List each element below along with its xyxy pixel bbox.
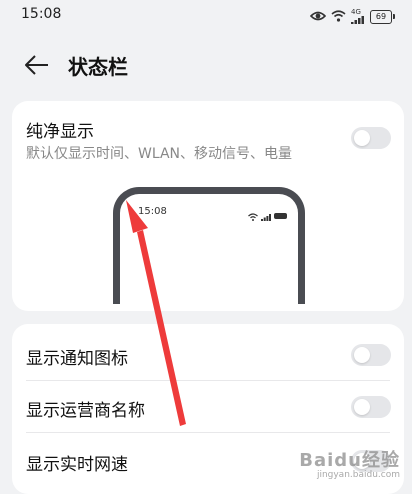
carrier-name-label: 显示运营商名称	[26, 401, 145, 421]
cellular-signal-icon	[261, 206, 271, 225]
status-bar: 15:08 4G 69	[0, 0, 412, 30]
back-arrow-icon[interactable]	[22, 50, 52, 80]
battery-icon: 69	[370, 9, 395, 24]
preview-status-icons	[248, 206, 287, 225]
divider	[26, 432, 390, 433]
wifi-icon	[248, 206, 258, 225]
battery-level: 69	[375, 12, 387, 21]
pure-display-toggle[interactable]	[351, 127, 391, 149]
notification-icons-label: 显示通知图标	[26, 349, 128, 369]
phone-frame-illustration	[113, 187, 305, 304]
wifi-icon	[331, 7, 346, 26]
toggle-knob	[354, 347, 370, 363]
status-icons: 4G 69	[309, 7, 395, 26]
pure-display-title: 纯净显示	[26, 122, 94, 142]
toggle-knob	[354, 130, 370, 146]
toggle-knob	[354, 399, 370, 415]
network-type-label: 4G	[351, 8, 361, 16]
cellular-signal-icon: 4G	[351, 9, 365, 24]
network-speed-label: 显示实时网速	[26, 455, 128, 475]
preview-time: 15:08	[138, 206, 167, 217]
carrier-name-toggle[interactable]	[351, 396, 391, 418]
pure-display-card: 纯净显示 默认仅显示时间、WLAN、移动信号、电量 15:08	[12, 101, 404, 311]
page-header: 状态栏	[0, 42, 412, 86]
notification-icons-toggle[interactable]	[351, 344, 391, 366]
status-bar-preview: 15:08	[113, 187, 305, 304]
watermark-logo: Baidu经验	[299, 450, 400, 471]
pure-display-subtitle: 默认仅显示时间、WLAN、移动信号、电量	[26, 146, 293, 162]
status-time: 15:08	[21, 6, 62, 22]
eye-icon	[309, 7, 327, 26]
divider	[26, 380, 390, 381]
battery-icon	[274, 212, 287, 219]
baidu-watermark: Baidu经验 jingyan.baidu.com	[299, 446, 400, 480]
page-title: 状态栏	[68, 55, 128, 79]
